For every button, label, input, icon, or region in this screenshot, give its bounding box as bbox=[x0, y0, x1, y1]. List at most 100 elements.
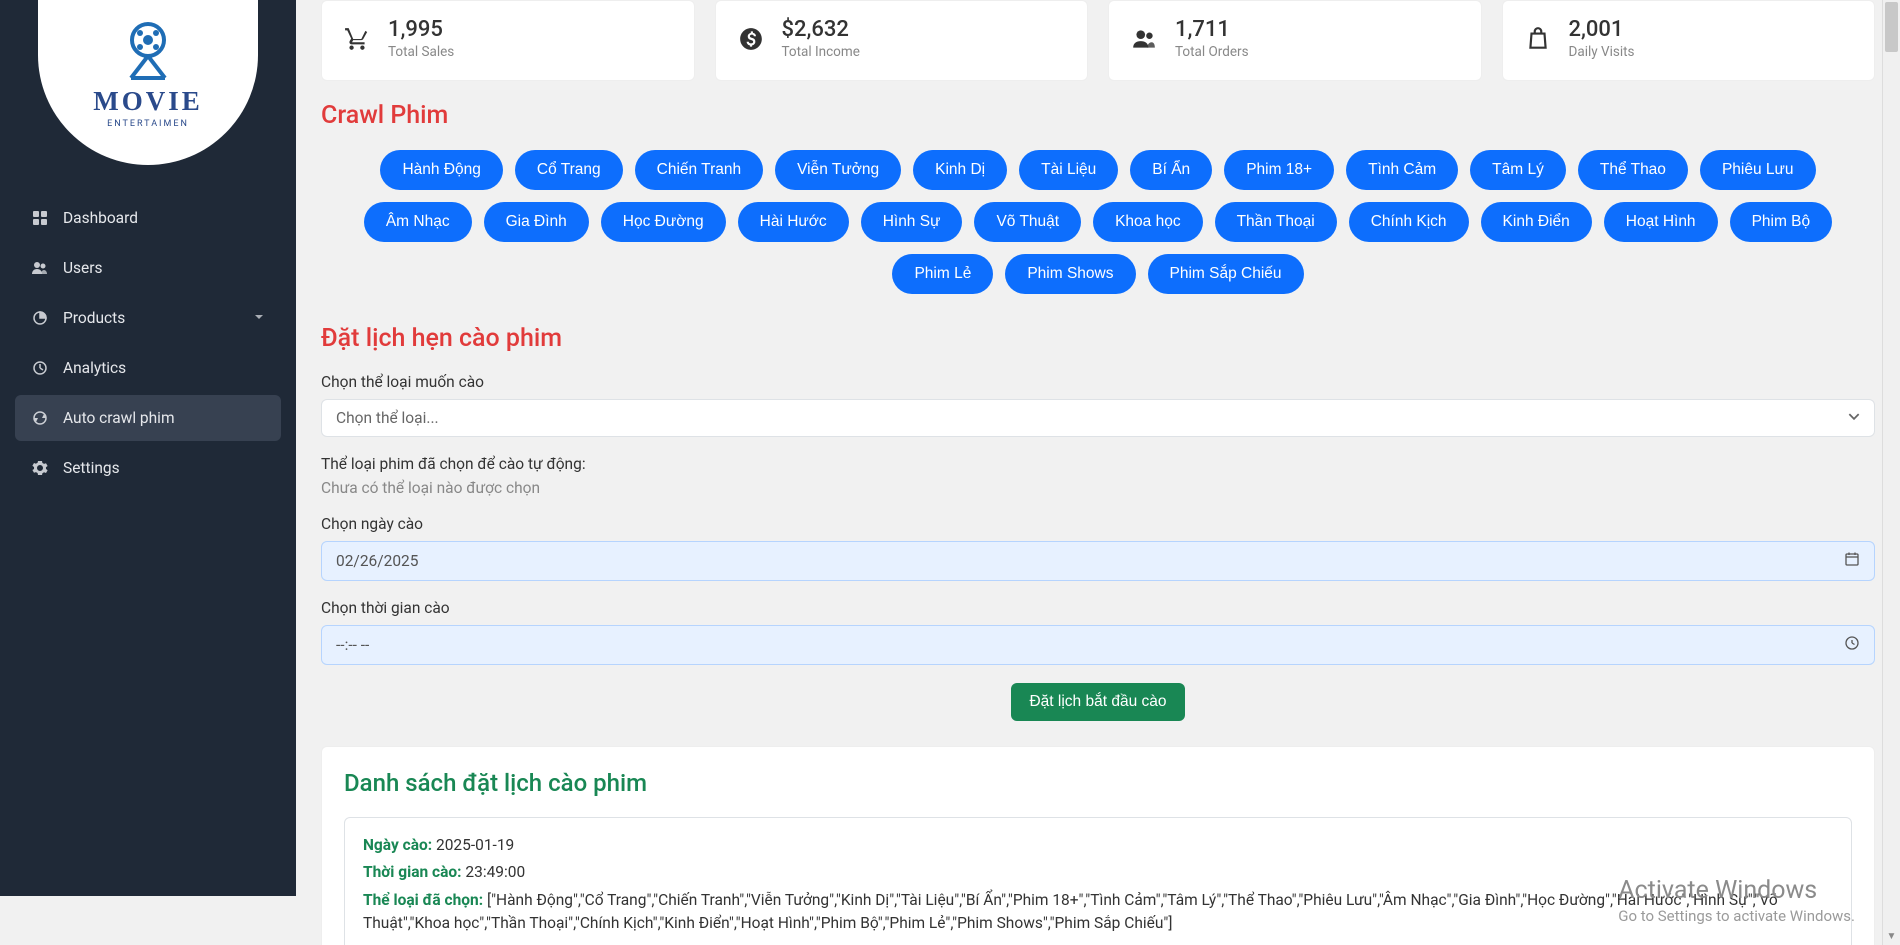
stat-label: Total Income bbox=[782, 44, 860, 60]
genre-pill[interactable]: Kinh Dị bbox=[913, 150, 1007, 190]
genre-pill[interactable]: Hoạt Hình bbox=[1604, 202, 1718, 242]
date-input[interactable]: 02/26/2025 bbox=[321, 541, 1875, 581]
stat-value: 1,711 bbox=[1175, 17, 1249, 42]
time-value: --:-- -- bbox=[336, 636, 369, 654]
genre-pill[interactable]: Khoa học bbox=[1093, 202, 1203, 242]
stat-card-sales: 1,995 Total Sales bbox=[321, 0, 695, 81]
genre-pill[interactable]: Hành Động bbox=[380, 150, 502, 190]
schedule-genres-value: ["Hành Động","Cổ Trang","Chiến Tranh","V… bbox=[363, 891, 1778, 932]
genre-pill[interactable]: Chính Kịch bbox=[1349, 202, 1469, 242]
auto-icon bbox=[31, 409, 49, 427]
calendar-icon bbox=[1844, 551, 1860, 571]
sidebar-item-dashboard[interactable]: Dashboard bbox=[15, 195, 281, 241]
genre-pill[interactable]: Chiến Tranh bbox=[635, 150, 763, 190]
nav: Dashboard Users Products bbox=[0, 195, 296, 491]
stat-value: 2,001 bbox=[1569, 17, 1635, 42]
crawl-title: Crawl Phim bbox=[321, 101, 1875, 130]
stat-value: 1,995 bbox=[388, 17, 454, 42]
genre-select-label: Chọn thể loại muốn cào bbox=[321, 373, 1875, 391]
genre-pill[interactable]: Kinh Điển bbox=[1481, 202, 1592, 242]
stat-label: Daily Visits bbox=[1569, 44, 1635, 60]
schedule-genres-line: Thể loại đã chọn: ["Hành Động","Cổ Trang… bbox=[363, 889, 1833, 936]
genre-pill[interactable]: Viễn Tưởng bbox=[775, 150, 901, 190]
products-icon bbox=[31, 309, 49, 327]
sidebar-item-products[interactable]: Products bbox=[15, 295, 281, 341]
stat-card-visits: 2,001 Daily Visits bbox=[1502, 0, 1876, 81]
genre-pill[interactable]: Gia Đình bbox=[484, 202, 589, 242]
date-value: 02/26/2025 bbox=[336, 552, 418, 570]
genre-pill[interactable]: Cổ Trang bbox=[515, 150, 623, 190]
scroll-down-arrow-icon[interactable]: ▼ bbox=[1883, 927, 1900, 945]
schedule-time-line: Thời gian cào: 23:49:00 bbox=[363, 861, 1833, 884]
submit-row: Đặt lịch bắt đầu cào bbox=[321, 683, 1875, 721]
date-label: Chọn ngày cào bbox=[321, 515, 1875, 533]
dashboard-icon bbox=[31, 209, 49, 227]
sidebar-item-label: Analytics bbox=[63, 359, 126, 377]
activate-windows-watermark: Activate Windows Go to Settings to activ… bbox=[1618, 876, 1855, 925]
genre-pill[interactable]: Tài Liệu bbox=[1019, 150, 1118, 190]
schedule-title: Đặt lịch hẹn cào phim bbox=[321, 324, 1875, 353]
genre-pill[interactable]: Võ Thuật bbox=[974, 202, 1081, 242]
time-input[interactable]: --:-- -- bbox=[321, 625, 1875, 665]
users-icon bbox=[31, 259, 49, 277]
time-group: Chọn thời gian cào --:-- -- bbox=[321, 599, 1875, 665]
genre-pill[interactable]: Tình Cảm bbox=[1346, 150, 1458, 190]
schedule-genres-label: Thể loại đã chọn: bbox=[363, 891, 483, 909]
stat-label: Total Sales bbox=[388, 44, 454, 60]
scrollbar-thumb[interactable] bbox=[1885, 2, 1898, 52]
genre-pill[interactable]: Thần Thoại bbox=[1215, 202, 1337, 242]
chevron-down-icon bbox=[253, 309, 265, 327]
sidebar-item-auto-crawl[interactable]: Auto crawl phim bbox=[15, 395, 281, 441]
page-scrollbar[interactable]: ▲ ▼ bbox=[1882, 0, 1900, 945]
schedule-date-label: Ngày cào: bbox=[363, 836, 432, 854]
logo-title: MOVIE bbox=[93, 86, 203, 117]
genre-pill[interactable]: Học Đường bbox=[601, 202, 726, 242]
time-label: Chọn thời gian cào bbox=[321, 599, 1875, 617]
genre-pill[interactable]: Phim Bộ bbox=[1730, 202, 1833, 242]
genre-pill[interactable]: Phim Sắp Chiếu bbox=[1148, 254, 1304, 294]
genre-pill[interactable]: Thể Thao bbox=[1578, 150, 1688, 190]
sidebar-item-settings[interactable]: Settings bbox=[15, 445, 281, 491]
schedule-date-value: 2025-01-19 bbox=[436, 836, 514, 854]
date-group: Chọn ngày cào 02/26/2025 bbox=[321, 515, 1875, 581]
watermark-line2: Go to Settings to activate Windows. bbox=[1618, 907, 1855, 925]
sidebar: MOVIE ENTERTAIMEN Dashboard Users bbox=[0, 0, 296, 896]
bag-icon bbox=[1525, 26, 1551, 52]
stat-card-orders: 1,711 Total Orders bbox=[1108, 0, 1482, 81]
genre-pill[interactable]: Phim 18+ bbox=[1224, 150, 1334, 190]
sidebar-item-analytics[interactable]: Analytics bbox=[15, 345, 281, 391]
logo: MOVIE ENTERTAIMEN bbox=[38, 0, 258, 165]
dollar-icon bbox=[738, 26, 764, 52]
sidebar-item-users[interactable]: Users bbox=[15, 245, 281, 291]
stat-label: Total Orders bbox=[1175, 44, 1249, 60]
stat-value: $2,632 bbox=[782, 17, 860, 42]
logo-subtitle: ENTERTAIMEN bbox=[107, 119, 189, 129]
main-content: 1,995 Total Sales $2,632 Total Income bbox=[296, 0, 1900, 945]
logo-icon bbox=[113, 22, 183, 82]
logo-wrap: MOVIE ENTERTAIMEN bbox=[0, 0, 296, 195]
cart-icon bbox=[344, 26, 370, 52]
sidebar-item-label: Products bbox=[63, 309, 125, 327]
sidebar-item-label: Auto crawl phim bbox=[63, 409, 175, 427]
genre-pill[interactable]: Phiêu Lưu bbox=[1700, 150, 1816, 190]
gear-icon bbox=[31, 459, 49, 477]
watermark-line1: Activate Windows bbox=[1618, 876, 1855, 905]
genre-select-group: Chọn thể loại muốn cào ● Chọn thể loại..… bbox=[321, 373, 1875, 437]
selected-genres-label: Thể loại phim đã chọn để cào tự động: bbox=[321, 455, 1875, 473]
sidebar-item-label: Users bbox=[63, 259, 103, 277]
genre-pill[interactable]: Bí Ẩn bbox=[1130, 150, 1212, 190]
genre-select[interactable]: Chọn thể loại... bbox=[321, 399, 1875, 437]
genre-pill[interactable]: Âm Nhạc bbox=[364, 202, 472, 242]
analytics-icon bbox=[31, 359, 49, 377]
schedule-date-line: Ngày cào: 2025-01-19 bbox=[363, 834, 1833, 857]
genre-pill[interactable]: Hài Hước bbox=[738, 202, 849, 242]
stat-row: 1,995 Total Sales $2,632 Total Income bbox=[321, 0, 1875, 81]
sidebar-item-label: Dashboard bbox=[63, 209, 138, 227]
selected-genres-empty: Chưa có thể loại nào được chọn bbox=[321, 479, 1875, 497]
genre-pill[interactable]: Phim Lẻ bbox=[892, 254, 993, 294]
genre-pill[interactable]: Phim Shows bbox=[1005, 254, 1135, 294]
genre-pill-container: Hành Động Cổ Trang Chiến Tranh Viễn Tưởng Ki… bbox=[321, 150, 1875, 294]
submit-schedule-button[interactable]: Đặt lịch bắt đầu cào bbox=[1011, 683, 1184, 721]
genre-pill[interactable]: Tâm Lý bbox=[1470, 150, 1566, 190]
genre-pill[interactable]: Hình Sự bbox=[861, 202, 963, 242]
